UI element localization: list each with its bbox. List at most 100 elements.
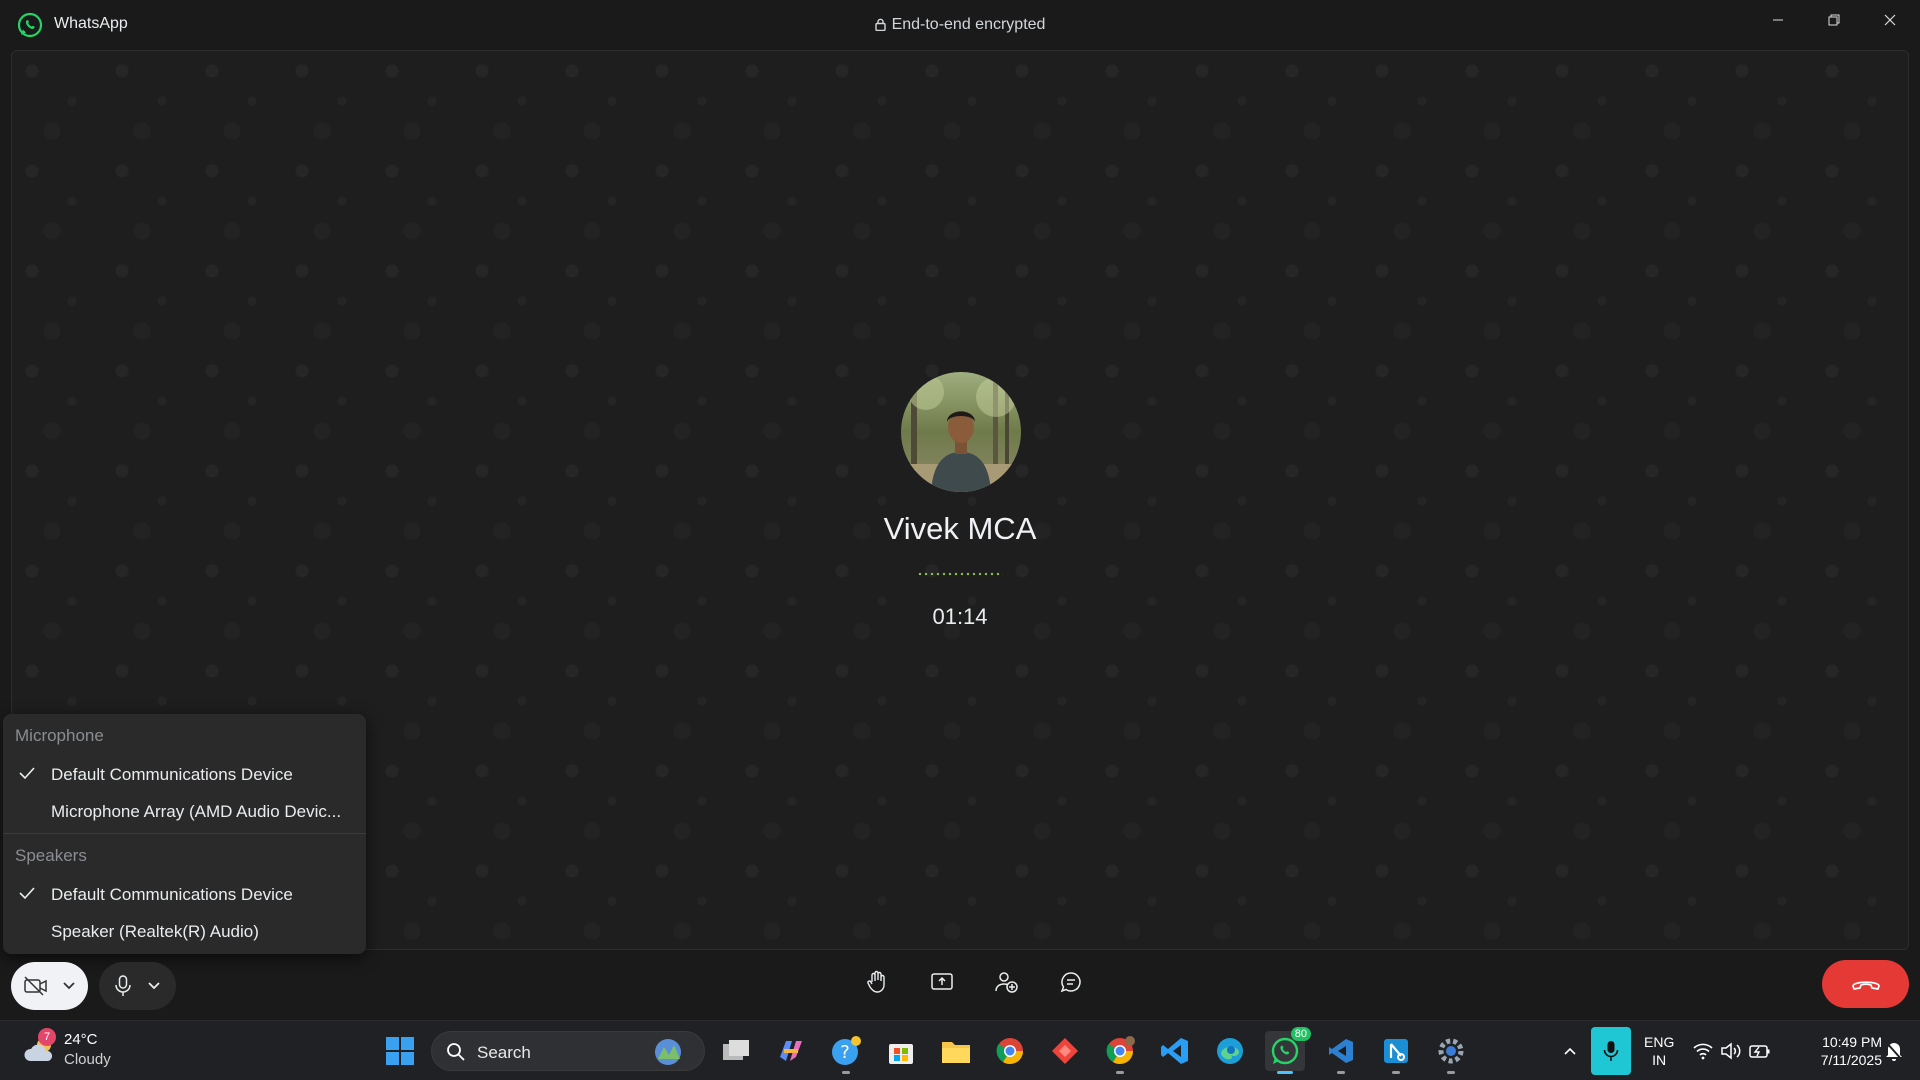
restore-button[interactable] <box>1806 0 1862 40</box>
title-bar: WhatsApp End-to-end encrypted <box>0 0 1920 50</box>
microphone-option[interactable]: Default Communications Device <box>3 757 366 791</box>
language-indicator[interactable]: ENG IN <box>1644 1033 1674 1069</box>
search-label: Search <box>477 1043 531 1062</box>
chat-icon <box>1060 972 1081 993</box>
add-person-icon <box>995 972 1018 993</box>
quick-settings-button[interactable] <box>1684 1031 1780 1071</box>
microphone-option-label: Microphone Array (AMD Audio Devic... <box>51 802 342 821</box>
visual-studio-app[interactable] <box>1321 1031 1361 1074</box>
weather-temperature[interactable]: 24°C <box>64 1031 98 1048</box>
running-indicator <box>842 1071 850 1074</box>
notifications-button[interactable] <box>1876 1031 1912 1071</box>
system-clock[interactable]: 10:49 PM 7/11/2025 <box>1790 1033 1882 1069</box>
chrome-profile-app[interactable] <box>1100 1031 1140 1074</box>
wifi-icon <box>1693 1043 1713 1060</box>
whatsapp-taskbar-app[interactable]: 80 <box>1265 1027 1311 1074</box>
folder-icon <box>942 1042 970 1063</box>
encryption-text: End-to-end encrypted <box>891 16 1046 33</box>
language-code: ENG <box>1644 1034 1675 1050</box>
check-icon <box>19 887 35 900</box>
anydesk-app[interactable] <box>1045 1031 1085 1071</box>
speakers-header: Speakers <box>15 846 87 865</box>
vscode-icon <box>1161 1038 1188 1064</box>
chrome-app[interactable] <box>990 1031 1030 1071</box>
taskbar: 7 24°C Cloudy Search ? 80 ENG IN 10:49 P… <box>0 1020 1920 1080</box>
running-indicator <box>1337 1071 1345 1074</box>
gear-icon <box>1438 1038 1464 1064</box>
copilot-app[interactable] <box>771 1031 811 1071</box>
speaker-option-label: Speaker (Realtek(R) Audio) <box>51 922 259 941</box>
vscode-app[interactable] <box>1155 1031 1195 1071</box>
minimize-button[interactable] <box>1750 0 1806 40</box>
call-timer: 01:14 <box>932 604 988 629</box>
volume-icon <box>1721 1042 1741 1060</box>
microphone-button[interactable] <box>99 962 176 1010</box>
edge-app[interactable] <box>1210 1031 1250 1071</box>
battery-charging-icon <box>1749 1045 1770 1058</box>
weather-condition[interactable]: Cloudy <box>64 1051 111 1068</box>
task-view-button[interactable] <box>716 1031 756 1071</box>
close-icon <box>1884 14 1896 26</box>
microphone-icon <box>1603 1041 1619 1061</box>
raise-hand-icon <box>867 970 885 993</box>
show-hidden-icons-button[interactable] <box>1550 1031 1590 1071</box>
running-indicator <box>1392 1071 1400 1074</box>
end-call-icon <box>1851 981 1880 990</box>
share-screen-icon <box>931 973 953 990</box>
lock-icon <box>874 18 886 31</box>
restore-icon <box>1828 14 1840 26</box>
camera-off-icon <box>24 976 48 996</box>
whatsapp-window: WhatsApp End-to-end encrypted Vivek MCA … <box>0 0 1920 1020</box>
region-code: IN <box>1652 1052 1667 1068</box>
chrome-icon <box>1106 1036 1135 1065</box>
callee-name: Vivek MCA <box>883 511 1037 546</box>
device-menu: Microphone Default Communications Device… <box>3 714 366 954</box>
visual-studio-icon <box>1329 1039 1353 1063</box>
chevron-up-icon <box>1564 1047 1576 1055</box>
call-status-dots <box>917 572 1003 576</box>
help-icon: ? <box>832 1036 861 1065</box>
tray-microphone-indicator[interactable] <box>1591 1027 1631 1075</box>
taskbar-search[interactable]: Search <box>431 1031 705 1071</box>
search-highlight-icon <box>655 1039 681 1065</box>
microphone-option[interactable]: Microphone Array (AMD Audio Devic... <box>3 794 366 828</box>
camera-toggle-button[interactable] <box>11 962 88 1010</box>
speaker-option[interactable]: Default Communications Device <box>3 877 366 911</box>
get-help-app[interactable]: ? <box>826 1031 866 1074</box>
chevron-down-icon[interactable] <box>62 981 76 991</box>
avatar-photo <box>901 372 1021 492</box>
end-call-button[interactable] <box>1822 960 1909 1008</box>
file-explorer-app[interactable] <box>936 1031 976 1071</box>
task-view-icon <box>723 1040 749 1060</box>
speaker-option[interactable]: Speaker (Realtek(R) Audio) <box>3 914 366 948</box>
encryption-notice: End-to-end encrypted <box>0 16 1920 34</box>
clock-time: 10:49 PM <box>1822 1034 1882 1050</box>
settings-app[interactable] <box>1431 1031 1471 1074</box>
clock-date: 7/11/2025 <box>1820 1052 1882 1068</box>
microphone-option-label: Default Communications Device <box>51 765 293 784</box>
call-controls <box>0 955 1920 1020</box>
svg-text:?: ? <box>840 1042 850 1063</box>
share-screen-button[interactable] <box>929 969 955 995</box>
chevron-down-icon[interactable] <box>147 981 161 991</box>
weather-alert-badge: 7 <box>38 1028 56 1046</box>
copilot-icon <box>780 1041 802 1061</box>
search-icon <box>447 1043 465 1061</box>
add-participant-button[interactable] <box>994 969 1020 995</box>
microsoft-store-app[interactable] <box>881 1031 921 1071</box>
speaker-option-label: Default Communications Device <box>51 885 293 904</box>
unread-badge: 80 <box>1290 1027 1311 1041</box>
start-button[interactable] <box>380 1031 420 1071</box>
microphone-icon <box>115 975 131 996</box>
store-icon <box>889 1044 913 1064</box>
chrome-icon <box>996 1038 1024 1065</box>
snipping-tool-app[interactable] <box>1376 1031 1416 1074</box>
menu-divider <box>3 833 366 834</box>
notification-bell-icon <box>1885 1041 1903 1061</box>
chat-button[interactable] <box>1058 969 1084 995</box>
running-indicator <box>1447 1071 1455 1074</box>
raise-hand-button[interactable] <box>864 969 890 995</box>
minimize-icon <box>1773 19 1783 21</box>
anydesk-icon <box>1052 1038 1078 1064</box>
close-button[interactable] <box>1862 0 1918 40</box>
